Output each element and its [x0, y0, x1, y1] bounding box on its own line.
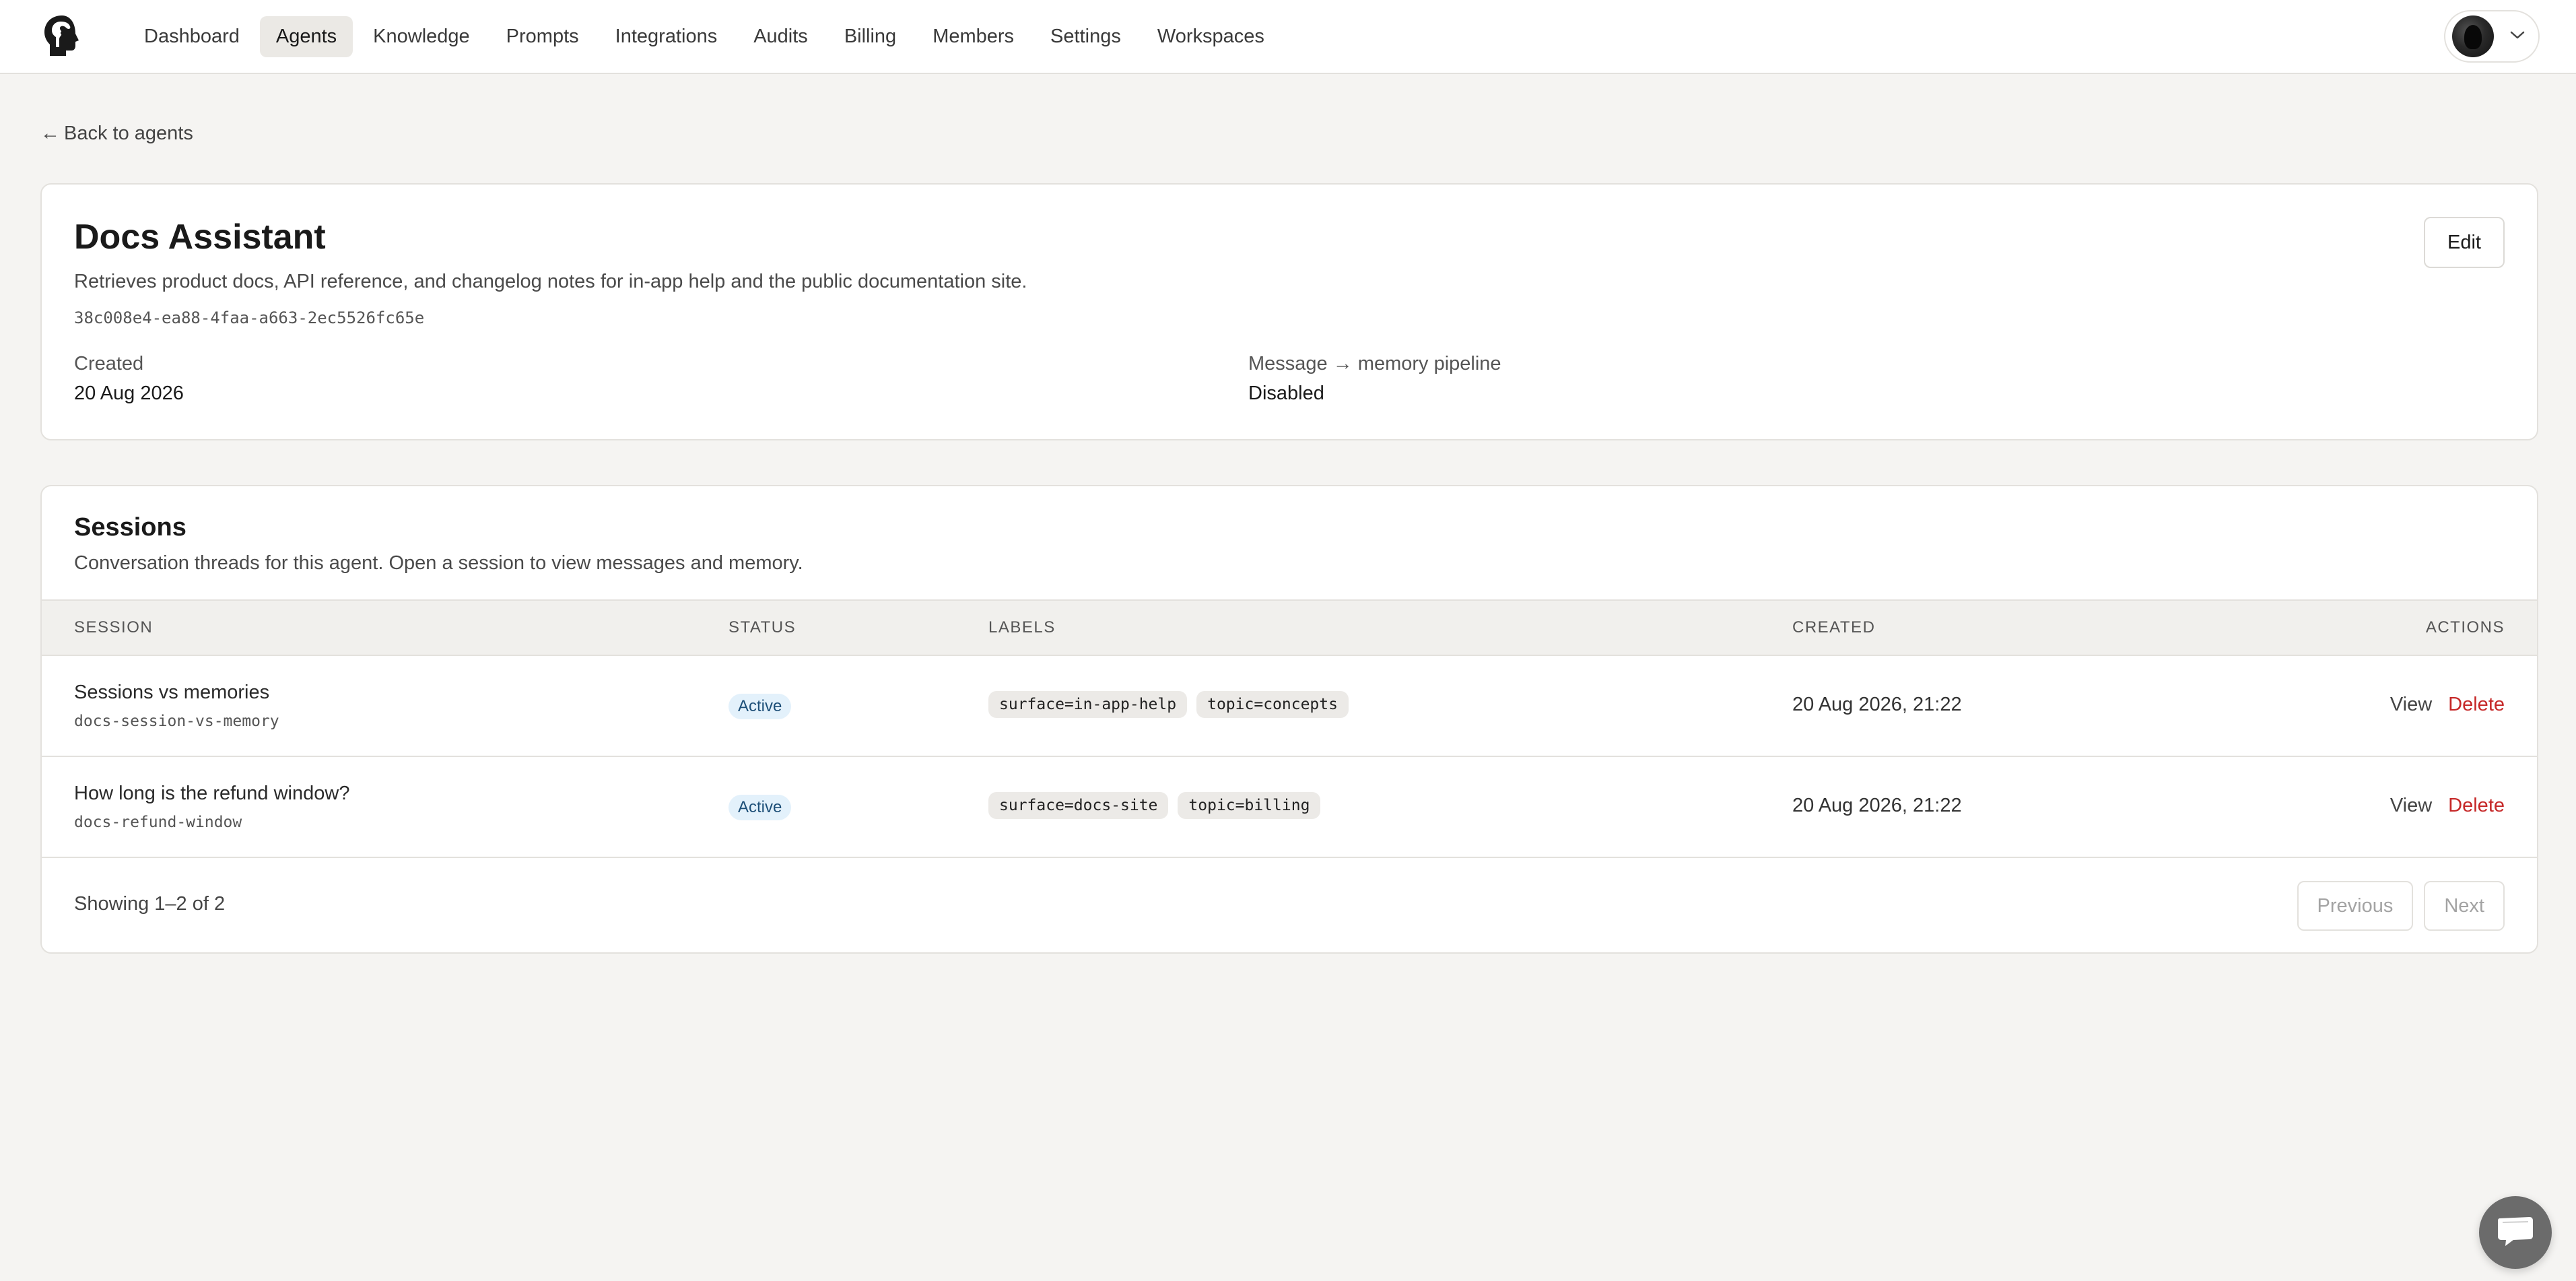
chevron-down-icon [2509, 29, 2526, 44]
agent-description: Retrieves product docs, API reference, a… [74, 271, 1027, 292]
sessions-description: Conversation threads for this agent. Ope… [74, 552, 803, 574]
page-title: Docs Assistant [74, 218, 326, 257]
pipeline-label: Message → memory pipeline [1248, 353, 1501, 374]
column-header-created: Created [1792, 618, 1876, 636]
avatar [2452, 15, 2494, 57]
next-page-button[interactable]: Next [2424, 881, 2505, 931]
arrow-left-icon: ← [40, 123, 60, 144]
status-badge: Active [728, 795, 792, 820]
edit-button[interactable]: Edit [2424, 217, 2505, 268]
nav-item-prompts[interactable]: Prompts [490, 16, 595, 57]
top-navigation-bar: Dashboard Agents Knowledge Prompts Integ… [0, 0, 2576, 74]
view-session-button[interactable]: View [2390, 795, 2432, 817]
nav-item-agents[interactable]: Agents [259, 15, 353, 57]
pagination-summary: Showing 1–2 of 2 [74, 893, 226, 915]
pagination-controls: Previous Next [2297, 881, 2505, 931]
label-chip: surface=docs-site [988, 792, 1169, 819]
created-timestamp: 20 Aug 2026, 21:22 [1792, 694, 1962, 715]
label-chip: topic=concepts [1196, 691, 1349, 718]
head-logo-icon[interactable] [42, 13, 81, 58]
pipeline-value: Disabled [1248, 383, 1324, 404]
nav-item-audits[interactable]: Audits [737, 16, 824, 57]
sessions-title: Sessions [74, 513, 187, 541]
row-actions: View Delete [2390, 795, 2505, 817]
column-header-status: Status [728, 618, 796, 636]
chat-support-button[interactable] [2479, 1196, 2552, 1269]
table-row: How long is the refund window? docs-refu… [42, 757, 2537, 858]
nav-item-workspaces[interactable]: Workspaces [1141, 16, 1281, 57]
created-value: 20 Aug 2026 [74, 383, 184, 404]
delete-session-button[interactable]: Delete [2448, 795, 2505, 817]
account-menu-button[interactable] [2444, 10, 2540, 63]
label-chip: surface=in-app-help [988, 691, 1188, 718]
back-to-agents-link[interactable]: ← Back to agents [40, 123, 193, 145]
label-chip: topic=billing [1178, 792, 1321, 819]
session-labels: surface=docs-site topic=billing [988, 792, 1321, 819]
session-title-link[interactable]: Sessions vs memories [74, 682, 269, 704]
view-session-button[interactable]: View [2390, 694, 2432, 716]
session-labels: surface=in-app-help topic=concepts [988, 691, 1349, 718]
nav-item-members[interactable]: Members [916, 16, 1030, 57]
agent-details-card: Docs Assistant Retrieves product docs, A… [40, 183, 2538, 440]
main-nav: Dashboard Agents Knowledge Prompts Integ… [128, 0, 1281, 73]
previous-page-button[interactable]: Previous [2297, 881, 2414, 931]
sessions-table-header: Session Status Labels Created Actions [42, 599, 2537, 656]
nav-item-integrations[interactable]: Integrations [599, 16, 734, 57]
session-slug: docs-refund-window [74, 814, 242, 831]
session-title-link[interactable]: How long is the refund window? [74, 783, 349, 805]
agent-id: 38c008e4-ea88-4faa-a663-2ec5526fc65e [74, 308, 425, 327]
created-label: Created [74, 353, 144, 374]
chat-bubble-icon [2496, 1214, 2535, 1251]
back-link-label: Back to agents [64, 123, 193, 144]
column-header-actions: Actions [2425, 618, 2505, 636]
status-badge: Active [728, 694, 792, 719]
nav-item-knowledge[interactable]: Knowledge [357, 16, 486, 57]
column-header-labels: Labels [988, 618, 1056, 636]
delete-session-button[interactable]: Delete [2448, 694, 2505, 716]
nav-item-dashboard[interactable]: Dashboard [128, 16, 256, 57]
table-row: Sessions vs memories docs-session-vs-mem… [42, 656, 2537, 757]
nav-item-settings[interactable]: Settings [1034, 16, 1137, 57]
sessions-card: Sessions Conversation threads for this a… [40, 485, 2538, 954]
nav-item-billing[interactable]: Billing [828, 16, 912, 57]
column-header-session: Session [74, 618, 154, 636]
session-slug: docs-session-vs-memory [74, 713, 279, 730]
created-timestamp: 20 Aug 2026, 21:22 [1792, 795, 1962, 816]
row-actions: View Delete [2390, 694, 2505, 716]
